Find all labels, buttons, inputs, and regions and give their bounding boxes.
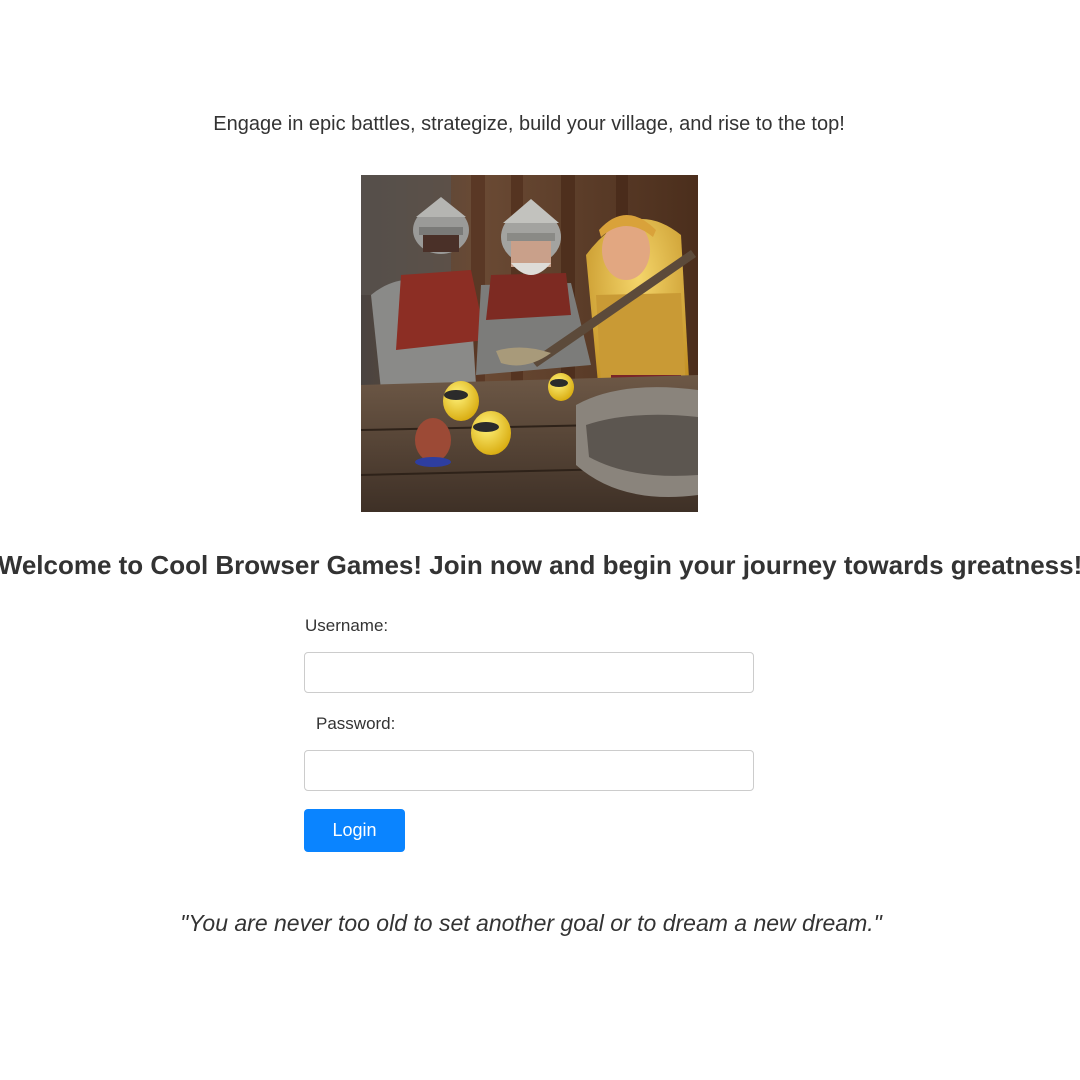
motivational-quote: "You are never too old to set another go… [180, 910, 882, 936]
login-page: Engage in epic battles, strategize, buil… [0, 0, 1080, 1080]
tagline: Engage in epic battles, strategize, buil… [213, 113, 845, 135]
password-input[interactable] [304, 750, 754, 791]
hero-image [361, 175, 698, 512]
password-label: Password: [316, 714, 396, 733]
login-button[interactable]: Login [304, 809, 405, 852]
fantasy-warriors-illustration-icon [361, 175, 698, 512]
welcome-heading: Welcome to Cool Browser Games! Join now … [0, 550, 1080, 580]
username-input[interactable] [304, 652, 754, 693]
username-label: Username: [305, 616, 389, 635]
